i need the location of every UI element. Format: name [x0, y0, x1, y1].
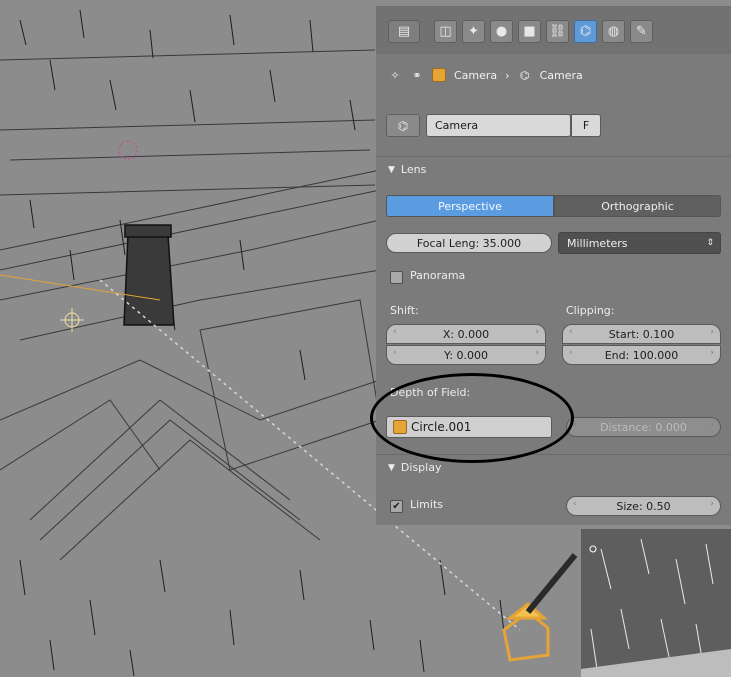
camera-data-icon[interactable]: ⌬	[574, 20, 597, 43]
orthographic-button[interactable]: Orthographic	[554, 195, 721, 217]
render-icon[interactable]: ◫	[434, 20, 457, 43]
shift-label: Shift:	[390, 304, 419, 317]
limits-checkbox[interactable]: ✔	[390, 500, 403, 513]
clip-end-value: End: 100.000	[604, 348, 679, 362]
camera-preview	[581, 529, 731, 677]
increment-icon[interactable]: ›	[710, 499, 714, 509]
clip-start-value: Start: 0.100	[608, 327, 675, 341]
clipping-label: Clipping:	[566, 304, 615, 317]
object-type-icon	[432, 68, 446, 82]
tower-mesh	[123, 224, 175, 326]
increment-icon[interactable]: ›	[535, 348, 539, 358]
increment-icon[interactable]: ›	[710, 327, 714, 337]
display-section-label: Display	[400, 461, 442, 474]
constraints-icon[interactable]: ⛓	[546, 20, 569, 43]
updown-icon: ⇕	[706, 238, 714, 248]
display-mode-icon[interactable]: ▤	[388, 20, 420, 43]
breadcrumb-data: Camera	[539, 68, 583, 82]
shift-y-value: Y: 0.000	[444, 348, 488, 362]
increment-icon[interactable]: ›	[535, 327, 539, 337]
lens-unit-menu[interactable]: Millimeters ⇕	[558, 232, 721, 254]
shift-x-field[interactable]: ‹ X: 0.000 ›	[386, 324, 546, 344]
fake-user-button[interactable]: F	[571, 114, 601, 137]
limits-label: Limits	[410, 498, 443, 511]
breadcrumb: ✧ ⚭ Camera › ⌬ Camera	[388, 63, 583, 87]
decrement-icon[interactable]: ‹	[573, 499, 577, 509]
shift-y-field[interactable]: ‹ Y: 0.000 ›	[386, 345, 546, 365]
datablock-name-field[interactable]: Camera	[426, 114, 571, 137]
increment-icon[interactable]: ›	[710, 348, 714, 358]
decrement-icon[interactable]: ‹	[569, 327, 573, 337]
camera-data-crumb-icon: ⌬	[519, 68, 530, 82]
focal-length-value: Focal Leng: 35.000	[416, 236, 522, 250]
clip-start-field[interactable]: ‹ Start: 0.100 ›	[562, 324, 721, 344]
increment-icon: ›	[710, 420, 714, 430]
physics-icon[interactable]: ✎	[630, 20, 653, 43]
dof-distance-field: ‹ Distance: 0.000 ›	[566, 417, 721, 437]
blender-window: ▤ ◫ ✦ ● ■ ⛓ ⌬ ◍ ✎ ✧ ⚭ Camera › ⌬ Camera …	[0, 0, 731, 677]
scene-icon[interactable]: ✦	[462, 20, 485, 43]
shift-x-value: X: 0.000	[442, 327, 490, 341]
panorama-checkbox[interactable]	[390, 271, 403, 284]
pin-icon[interactable]: ✧	[388, 68, 402, 82]
camera-object-icon	[502, 553, 578, 662]
decrement-icon[interactable]: ‹	[393, 327, 397, 337]
focal-length-field[interactable]: Focal Leng: 35.000	[386, 233, 552, 253]
clip-end-field[interactable]: ‹ End: 100.000 ›	[562, 345, 721, 365]
panorama-label: Panorama	[410, 269, 466, 282]
display-size-field[interactable]: ‹ Size: 0.50 ›	[566, 496, 721, 516]
decrement-icon[interactable]: ‹	[569, 348, 573, 358]
decrement-icon[interactable]: ‹	[393, 348, 397, 358]
display-size-value: Size: 0.50	[616, 499, 671, 513]
scene-link-icon: ⚭	[412, 68, 422, 82]
expand-triangle-icon: ▼	[388, 462, 395, 473]
highlight-annotation	[370, 373, 574, 463]
perspective-button[interactable]: Perspective	[386, 195, 554, 217]
expand-triangle-icon: ▼	[388, 164, 395, 175]
lens-unit-value: Millimeters	[567, 236, 628, 250]
preview-rain	[581, 538, 731, 677]
breadcrumb-object: Camera	[454, 68, 498, 82]
world-icon[interactable]: ●	[490, 20, 513, 43]
material-icon[interactable]: ◍	[602, 20, 625, 43]
properties-tabbar: ▤ ◫ ✦ ● ■ ⛓ ⌬ ◍ ✎	[376, 6, 731, 54]
lens-section-label: Lens	[400, 163, 427, 176]
breadcrumb-separator: ›	[505, 68, 510, 82]
dof-distance-value: Distance: 0.000	[600, 420, 687, 434]
lens-panel-header[interactable]: ▼ Lens	[376, 156, 731, 182]
object-icon[interactable]: ■	[518, 20, 541, 43]
datablock-browse-icon[interactable]: ⌬	[386, 114, 420, 137]
